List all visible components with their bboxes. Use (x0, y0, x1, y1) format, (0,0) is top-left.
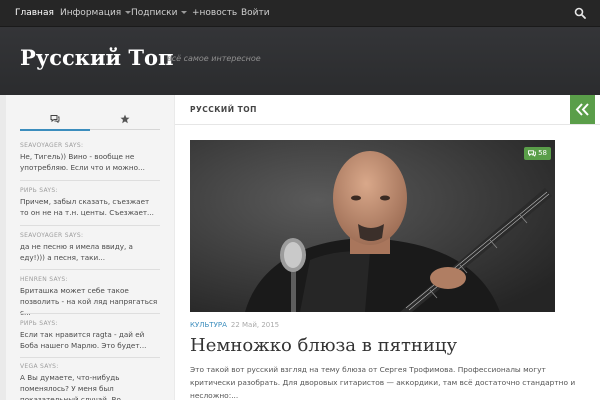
divider (20, 357, 160, 358)
sidebar-toggle-button[interactable] (570, 95, 595, 124)
sidebar: SEAVOYAGER SAYS: Не, Тигель)) Вино - воо… (6, 95, 174, 400)
double-chevron-left-icon (575, 103, 589, 116)
list-item[interactable]: РИРЬ SAYS: Если так нравится ragta - дай… (20, 320, 160, 351)
top-navigation: Главная Информация Подписки +новость Вой… (0, 0, 600, 27)
nav-item-subscriptions[interactable]: Подписки (131, 0, 188, 26)
main-content: РУССКИЙ ТОП 58 КУЛЬТУРА 22 Май, 2015 Нем… (175, 95, 600, 400)
comment-text[interactable]: А Вы думаете, что-нибудь поменялось? У м… (20, 372, 160, 400)
post-thumbnail-photo (190, 140, 555, 312)
nav-item-info[interactable]: Информация (60, 0, 132, 26)
comment-author: SEAVOYAGER SAYS: (20, 142, 84, 149)
chevron-down-icon (181, 11, 188, 14)
comment-author: VEGA SAYS: (20, 363, 59, 370)
nav-item-add-news[interactable]: +новость (192, 0, 237, 26)
list-item[interactable]: VEGA SAYS: А Вы думаете, что-нибудь поме… (20, 363, 160, 400)
site-title[interactable]: Русский Топ (20, 45, 173, 70)
site-tagline: всё самое интересное (167, 54, 261, 63)
nav-item-login[interactable]: Войти (241, 0, 270, 26)
divider (20, 225, 160, 226)
section-title: РУССКИЙ ТОП (190, 105, 257, 114)
search-icon[interactable] (574, 7, 586, 19)
site-header: Русский Топ всё самое интересное (0, 27, 600, 95)
nav-item-home[interactable]: Главная (15, 0, 54, 26)
comment-author: SEAVOYAGER SAYS: (20, 232, 84, 239)
divider (20, 313, 160, 314)
post-thumbnail[interactable]: 58 (190, 140, 555, 312)
section-header: РУССКИЙ ТОП (175, 95, 600, 125)
nav-item-subscriptions-label: Подписки (131, 8, 178, 18)
comment-count: 58 (538, 149, 547, 157)
comment-text[interactable]: да не песню я имела ввиду, а еду!))) а п… (20, 241, 160, 263)
post-date: 22 Май, 2015 (230, 321, 280, 329)
star-icon (120, 114, 130, 124)
list-item[interactable]: SEAVOYAGER SAYS: Не, Тигель)) Вино - воо… (20, 142, 160, 173)
list-item[interactable]: HENREN SAYS: Бриташка может себе такое п… (20, 276, 160, 318)
comment-author: РИРЬ SAYS: (20, 187, 58, 194)
post-title[interactable]: Немножко блюза в пятницу (190, 335, 457, 356)
list-item[interactable]: SEAVOYAGER SAYS: да не песню я имела вви… (20, 232, 160, 263)
comment-count-badge[interactable]: 58 (524, 147, 551, 160)
list-item[interactable]: РИРЬ SAYS: Причем, забыл сказать, съезжа… (20, 187, 160, 218)
comment-text[interactable]: Причем, забыл сказать, съезжает то он не… (20, 196, 160, 218)
post-excerpt: Это такой вот русский взгляд на тему блю… (190, 365, 576, 400)
comment-text[interactable]: Не, Тигель)) Вино - вообще не употребляю… (20, 151, 160, 173)
tab-recent-comments[interactable] (20, 109, 90, 131)
divider (20, 180, 160, 181)
nav-item-info-label: Информация (60, 8, 122, 18)
post-meta: Культура 22 Май, 2015 (190, 321, 279, 329)
comment-author: HENREN SAYS: (20, 276, 68, 283)
post-category[interactable]: Культура (190, 321, 227, 329)
comments-icon (50, 115, 60, 123)
tab-popular[interactable] (90, 109, 160, 130)
divider (20, 269, 160, 270)
comments-icon (528, 149, 536, 157)
comment-author: РИРЬ SAYS: (20, 320, 58, 327)
comment-text[interactable]: Если так нравится ragta - дай ей Боба на… (20, 329, 160, 351)
